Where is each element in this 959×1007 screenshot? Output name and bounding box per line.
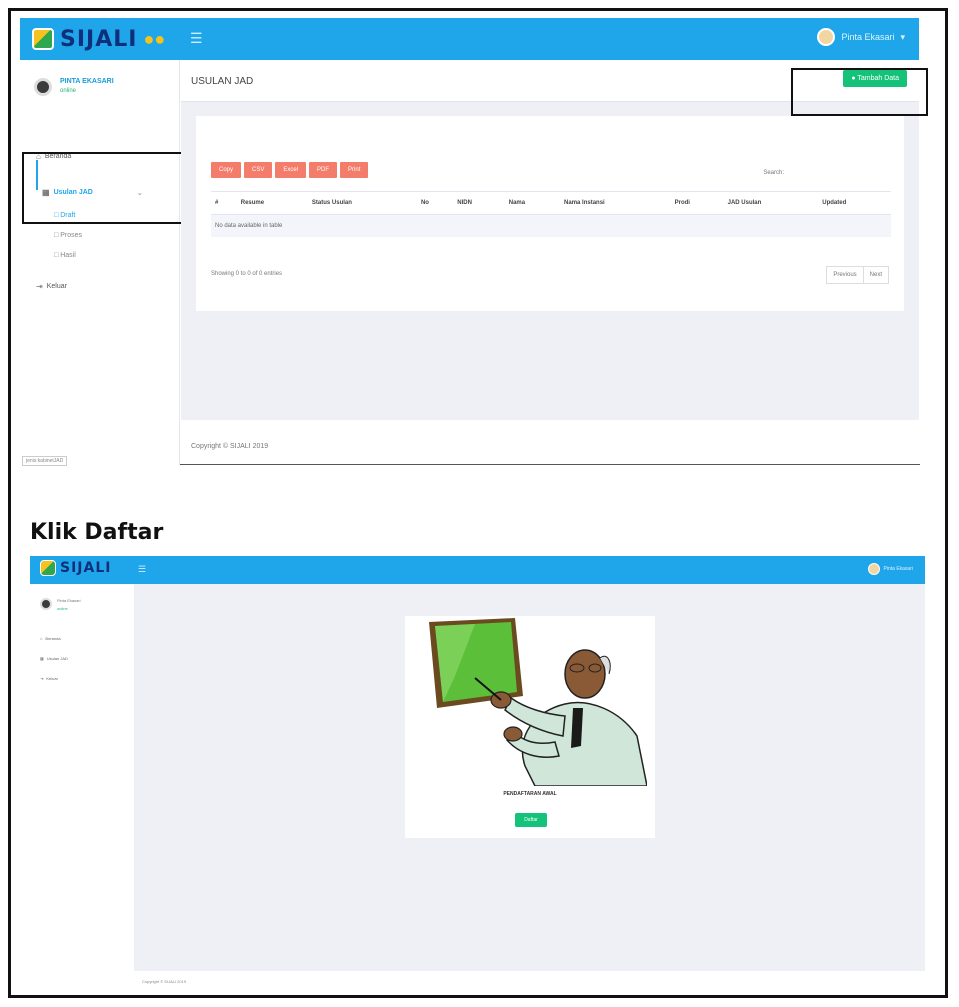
excel-button[interactable]: Excel xyxy=(275,162,307,178)
pagination: Previous Next xyxy=(826,266,889,284)
profile-name: Pinta Ekasari xyxy=(57,598,81,603)
copy-button[interactable]: Copy xyxy=(211,162,242,178)
sidebar-profile: Pinta Ekasari online xyxy=(40,598,81,611)
sidebar-sub-hasil[interactable]: □ Hasil xyxy=(54,252,76,259)
avatar xyxy=(40,598,52,610)
sidebar: Pinta Ekasari online ⌂ Beranda ▦ Usulan JA… xyxy=(30,584,134,993)
user-name: Pinta Ekasari xyxy=(841,32,895,42)
sidebar: PINTA EKASARI online ⌂ Beranda ▦ Usulan … xyxy=(20,60,180,465)
column-header[interactable]: # xyxy=(211,191,237,215)
add-button-highlight-box xyxy=(791,68,928,116)
grid-icon: ▦ xyxy=(40,656,44,661)
sidebar-item-label: Keluar xyxy=(46,283,67,290)
hamburger-menu-icon[interactable]: ☰ xyxy=(138,564,146,575)
pdf-button[interactable]: PDF xyxy=(309,162,338,178)
csv-button[interactable]: CSV xyxy=(244,162,273,178)
sidebar-item-beranda[interactable]: ⌂ Beranda xyxy=(40,636,61,641)
app-name: SIJALI xyxy=(60,560,112,576)
column-header[interactable]: Updated xyxy=(818,191,891,215)
sidebar-item-usulan-jad[interactable]: ▦ Usulan JAD xyxy=(40,656,68,661)
empty-table-message: No data available in table xyxy=(211,214,891,237)
user-avatar-icon xyxy=(867,563,880,575)
column-header[interactable]: No xyxy=(416,191,454,215)
logo-mark-icon xyxy=(40,560,56,576)
usulan-jad-screen: SIJALI ●● ☰ Pinta Ekasari ▾ PINTA EKASAR… xyxy=(20,18,928,466)
version-label: jenis:kabinetJAD xyxy=(22,456,68,466)
chevron-down-icon: ▾ xyxy=(900,31,905,42)
hamburger-menu-icon[interactable]: ☰ xyxy=(190,30,203,47)
profile-status: online xyxy=(57,606,68,611)
sidebar-item-keluar[interactable]: ⇥ Keluar xyxy=(36,282,67,291)
column-header[interactable]: JAD Usulan xyxy=(723,191,819,215)
data-table: # Resume Status Usulan No NIDN Nama Nama… xyxy=(211,191,891,237)
daftar-button[interactable]: Daftar xyxy=(515,813,547,827)
sidebar-item-label: Keluar xyxy=(46,676,58,681)
user-menu[interactable]: Pinta Ekasari ▾ xyxy=(817,28,905,46)
top-navbar: SIJALI ●● ☰ Pinta Ekasari ▾ xyxy=(20,18,919,60)
previous-button[interactable]: Previous xyxy=(827,267,864,283)
column-header[interactable]: Nama Instansi xyxy=(560,191,671,215)
table-info: Showing 0 to 0 of 0 entries xyxy=(211,271,283,277)
copyright-text: Copyright © SIJALI 2019 xyxy=(191,443,269,450)
pendaftaran-card: PENDAFTARAN AWAL Daftar xyxy=(405,616,655,838)
caption: Klik Daftar xyxy=(30,520,164,545)
next-button[interactable]: Next xyxy=(864,267,888,283)
user-name: Pinta Ekasari xyxy=(883,566,913,572)
search-label: Search: xyxy=(763,170,784,176)
table-row: No data available in table xyxy=(211,214,891,237)
column-header[interactable]: NIDN xyxy=(453,191,505,215)
logout-icon: ⇥ xyxy=(36,282,43,291)
print-button[interactable]: Print xyxy=(340,162,369,178)
sidebar-profile: PINTA EKASARI online xyxy=(34,78,114,96)
app-logo[interactable]: SIJALI xyxy=(40,560,111,576)
column-header[interactable]: Nama xyxy=(504,191,561,215)
avatar xyxy=(34,78,52,96)
footer: Copyright © SIJALI 2019 xyxy=(181,420,919,465)
user-menu[interactable]: Pinta Ekasari xyxy=(867,563,913,575)
logo-people-icon: ●● xyxy=(143,28,166,49)
home-icon: ⌂ xyxy=(40,636,43,641)
top-navbar: SIJALI ☰ Pinta Ekasari xyxy=(30,556,925,584)
page-title: USULAN JAD xyxy=(191,76,254,87)
column-header[interactable]: Prodi xyxy=(670,191,724,215)
app-logo[interactable]: SIJALI ●● xyxy=(32,23,165,55)
footer: Copyright © SIJALI 2019 xyxy=(134,971,925,993)
profile-status: online xyxy=(60,88,77,94)
pendaftaran-heading: PENDAFTARAN AWAL xyxy=(503,791,557,797)
logo-mark-icon xyxy=(32,28,54,50)
export-buttons: Copy CSV Excel PDF Print xyxy=(211,162,369,178)
logout-icon: ⇥ xyxy=(40,676,44,681)
table-card: Copy CSV Excel PDF Print Search: # Resum… xyxy=(196,116,904,311)
sub-label: Hasil xyxy=(60,252,76,259)
app-name: SIJALI xyxy=(60,26,138,52)
sidebar-highlight-box xyxy=(22,152,204,224)
sidebar-item-keluar[interactable]: ⇥ Keluar xyxy=(40,676,58,681)
copyright-text: Copyright © SIJALI 2019 xyxy=(142,979,187,984)
sidebar-item-label: Usulan JAD xyxy=(46,656,68,661)
column-header[interactable]: Status Usulan xyxy=(307,191,417,215)
user-avatar-icon xyxy=(817,28,836,46)
table-header-row: # Resume Status Usulan No NIDN Nama Nama… xyxy=(211,191,891,215)
sub-label: Proses xyxy=(60,232,82,239)
teacher-illustration xyxy=(429,618,647,786)
sidebar-sub-proses[interactable]: □ Proses xyxy=(54,232,82,239)
divider xyxy=(180,464,920,465)
profile-name: PINTA EKASARI xyxy=(60,78,114,85)
pendaftaran-screen: SIJALI ☰ Pinta Ekasari Pinta Ekasari onl… xyxy=(30,556,925,993)
sidebar-item-label: Beranda xyxy=(45,636,61,641)
column-header[interactable]: Resume xyxy=(236,191,308,215)
